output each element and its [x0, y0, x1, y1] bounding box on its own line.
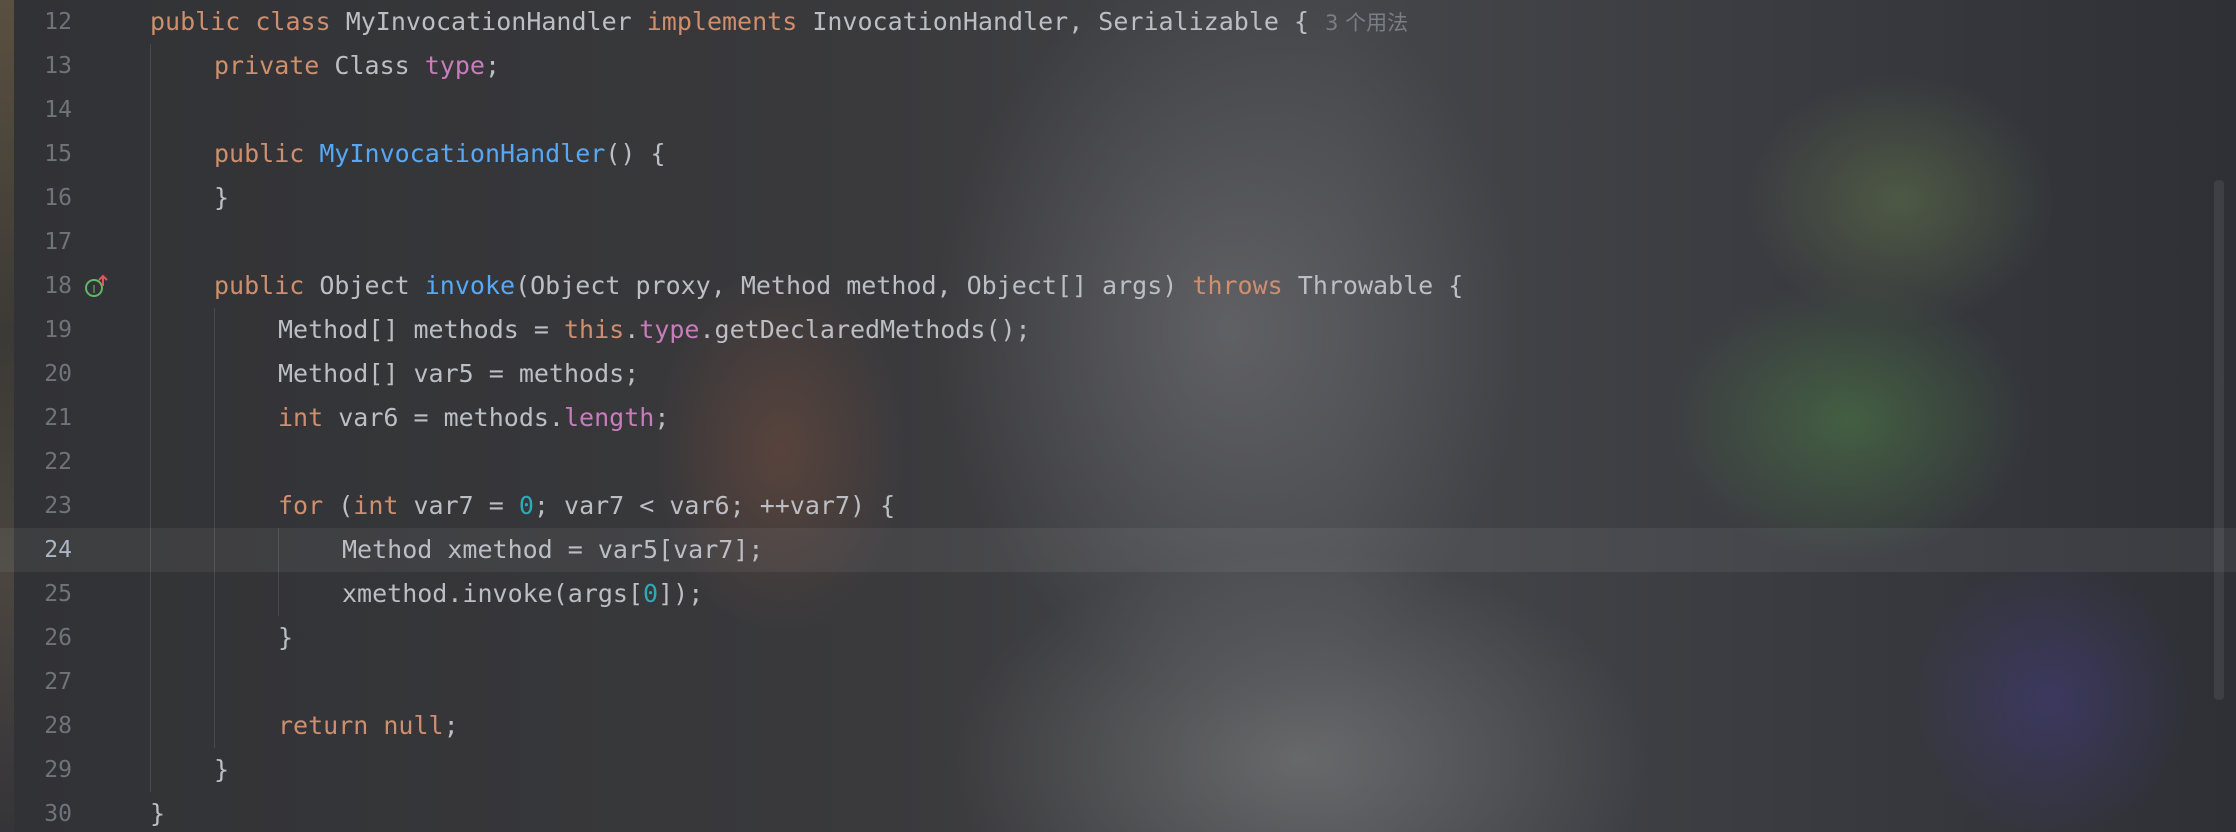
code-text: return null;: [278, 711, 459, 740]
code-text: public MyInvocationHandler() {: [214, 139, 666, 168]
line-number: 16: [44, 185, 72, 211]
code-text: int var6 = methods.length;: [278, 403, 670, 432]
svg-text:I: I: [92, 283, 95, 296]
code-line[interactable]: 25 xmethod.invoke(args[0]);: [0, 572, 2236, 616]
code-line[interactable]: 13 private Class type;: [0, 44, 2236, 88]
line-number: 25: [44, 581, 72, 607]
line-number: 24: [44, 537, 72, 563]
code-line[interactable]: 23 for (int var7 = 0; var7 < var6; ++var…: [0, 484, 2236, 528]
code-line[interactable]: 21 int var6 = methods.length;: [0, 396, 2236, 440]
code-line[interactable]: 19 Method[] methods = this.type.getDecla…: [0, 308, 2236, 352]
code-text: Method[] methods = this.type.getDeclared…: [278, 315, 1031, 344]
code-text: }: [214, 755, 230, 784]
line-number: 23: [44, 493, 72, 519]
code-text: for (int var7 = 0; var7 < var6; ++var7) …: [278, 491, 896, 520]
line-number: 12: [44, 9, 72, 35]
line-number: 21: [44, 405, 72, 431]
code-line[interactable]: 16 }: [0, 176, 2236, 220]
line-number: 27: [44, 669, 72, 695]
code-text: }: [150, 799, 166, 828]
code-line[interactable]: 27: [0, 660, 2236, 704]
code-text: Method xmethod = var5[var7];: [342, 535, 764, 564]
code-text: public class MyInvocationHandler impleme…: [150, 7, 1409, 36]
code-line[interactable]: 15 public MyInvocationHandler() {: [0, 132, 2236, 176]
code-line[interactable]: 30 }: [0, 792, 2236, 832]
code-line[interactable]: 22: [0, 440, 2236, 484]
code-text: private Class type;: [214, 51, 501, 80]
code-text: }: [278, 623, 294, 652]
code-line[interactable]: 18 I public Object invoke(Object proxy, …: [0, 264, 2236, 308]
line-number: 29: [44, 757, 72, 783]
code-line[interactable]: 29 }: [0, 748, 2236, 792]
line-number: 14: [44, 97, 72, 123]
line-number: 26: [44, 625, 72, 651]
line-number: 20: [44, 361, 72, 387]
line-number: 18: [44, 273, 72, 299]
code-line-current[interactable]: 24 Method xmethod = var5[var7];: [0, 528, 2236, 572]
line-number: 13: [44, 53, 72, 79]
code-line[interactable]: 20 Method[] var5 = methods;: [0, 352, 2236, 396]
code-line[interactable]: 14: [0, 88, 2236, 132]
line-number: 30: [44, 801, 72, 827]
line-number: 22: [44, 449, 72, 475]
implements-override-icon[interactable]: I: [84, 274, 108, 298]
usages-inlay-hint[interactable]: 3 个用法: [1325, 11, 1408, 35]
code-text: }: [214, 183, 230, 212]
code-line[interactable]: 28 return null;: [0, 704, 2236, 748]
code-text: public Object invoke(Object proxy, Metho…: [214, 271, 1464, 300]
line-number: 17: [44, 229, 72, 255]
code-text: xmethod.invoke(args[0]);: [342, 579, 704, 608]
code-editor[interactable]: 12 public class MyInvocationHandler impl…: [0, 0, 2236, 832]
code-line[interactable]: 26 }: [0, 616, 2236, 660]
line-number: 19: [44, 317, 72, 343]
code-line[interactable]: 17: [0, 220, 2236, 264]
code-text: Method[] var5 = methods;: [278, 359, 640, 388]
line-number: 15: [44, 141, 72, 167]
line-number: 28: [44, 713, 72, 739]
code-line[interactable]: 12 public class MyInvocationHandler impl…: [0, 0, 2236, 44]
